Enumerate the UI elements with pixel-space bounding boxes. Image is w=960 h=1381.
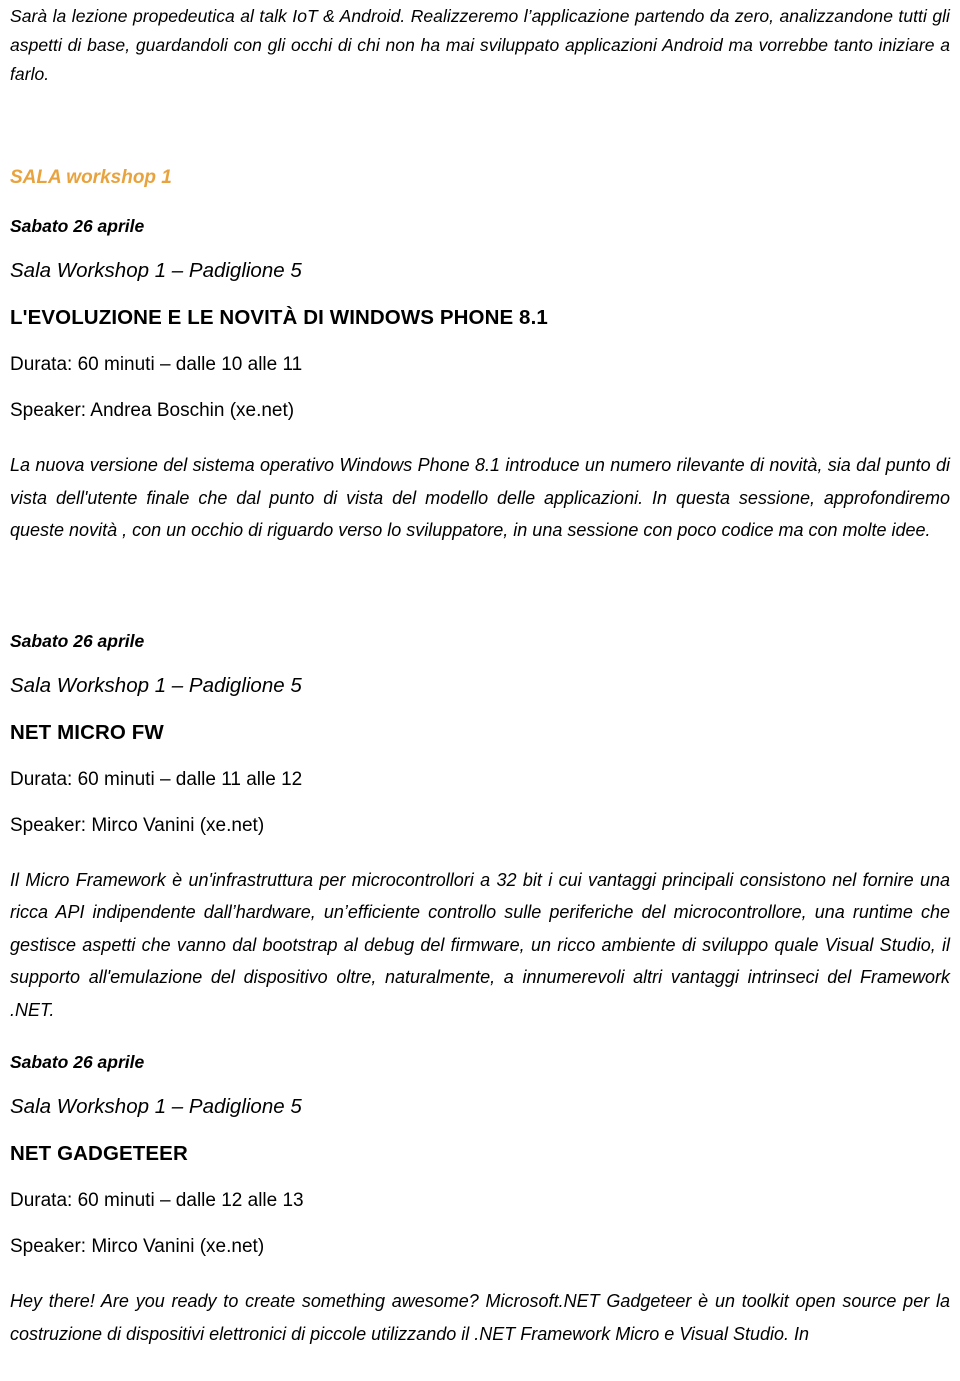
session-abstract: Hey there! Are you ready to create somet… bbox=[10, 1291, 950, 1344]
session-venue: Sala Workshop 1 – Padiglione 5 bbox=[10, 259, 302, 282]
intro-paragraph: Sarà la lezione propedeutica al talk IoT… bbox=[10, 6, 950, 84]
session-block-1: Sabato 26 aprile Sala Workshop 1 – Padig… bbox=[10, 190, 950, 547]
session-title: NET GADGETEER bbox=[10, 1142, 188, 1165]
session-duration: Durata: 60 minuti – dalle 12 alle 13 bbox=[10, 1190, 304, 1211]
session-speaker: Speaker: Mirco Vanini (xe.net) bbox=[10, 814, 265, 836]
session-block-3: Sabato 26 aprile Sala Workshop 1 – Padig… bbox=[10, 1026, 950, 1350]
session-venue: Sala Workshop 1 – Padiglione 5 bbox=[10, 1095, 302, 1118]
session-abstract: La nuova versione del sistema operativo … bbox=[10, 455, 950, 540]
session-duration: Durata: 60 minuti – dalle 10 alle 11 bbox=[10, 354, 303, 375]
session-date: Sabato 26 aprile bbox=[10, 630, 145, 651]
session-title: NET MICRO FW bbox=[10, 720, 164, 744]
session-title: L'EVOLUZIONE E LE NOVITÀ DI WINDOWS PHON… bbox=[10, 306, 548, 329]
session-venue: Sala Workshop 1 – Padiglione 5 bbox=[10, 673, 302, 697]
session-speaker: Speaker: Andrea Boschin (xe.net) bbox=[10, 400, 295, 421]
room-section-heading: SALA workshop 1 bbox=[10, 167, 172, 188]
session-date: Sabato 26 aprile bbox=[10, 216, 145, 236]
document-page: Sarà la lezione propedeutica al talk IoT… bbox=[0, 0, 960, 1381]
session-block-2: Sabato 26 aprile Sala Workshop 1 – Padig… bbox=[10, 605, 950, 1027]
session-date: Sabato 26 aprile bbox=[10, 1052, 145, 1072]
session-abstract: Il Micro Framework è un'infrastruttura p… bbox=[10, 869, 950, 1020]
session-duration: Durata: 60 minuti – dalle 11 alle 12 bbox=[10, 768, 303, 790]
session-speaker: Speaker: Mirco Vanini (xe.net) bbox=[10, 1236, 265, 1257]
